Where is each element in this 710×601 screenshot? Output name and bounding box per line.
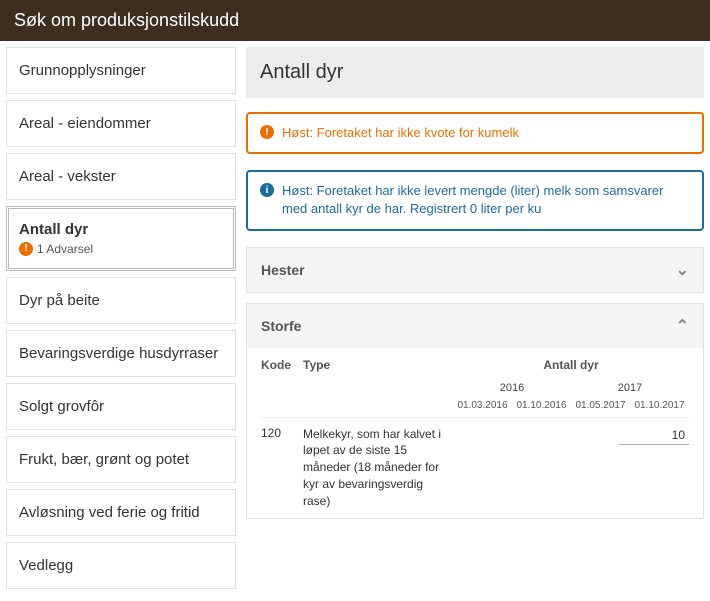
warning-icon: ! — [260, 125, 274, 139]
sidebar-item-label: Areal - eiendommer — [19, 115, 223, 132]
sidebar-item-frukt-baer[interactable]: Frukt, bær, grønt og potet — [6, 436, 236, 483]
spacer — [261, 382, 453, 394]
sidebar-item-grunnopplysninger[interactable]: Grunnopplysninger — [6, 47, 236, 94]
col-header-antall: Antall dyr — [453, 358, 689, 372]
sidebar-item-label: Grunnopplysninger — [19, 62, 223, 79]
warning-icon: ! — [19, 242, 33, 256]
info-icon: i — [260, 183, 274, 197]
accordion-storfe: Storfe ⌃ Kode Type Antall dyr 2016 2017 — [246, 303, 704, 519]
date-cell: 01.03.2016 — [453, 400, 512, 411]
accordion-header-storfe[interactable]: Storfe ⌃ — [247, 304, 703, 348]
accordion-title: Hester — [261, 262, 305, 278]
layout: Grunnopplysninger Areal - eiendommer Are… — [0, 41, 710, 601]
year-cell: 2017 — [571, 382, 689, 394]
main-content: Antall dyr ! Høst: Foretaket har ikke kv… — [240, 41, 710, 601]
alert-text: Høst: Foretaket har ikke kvote for kumel… — [282, 124, 519, 142]
app-header: Søk om produksjonstilskudd — [0, 0, 710, 41]
accordion-title: Storfe — [261, 318, 301, 334]
table-date-row: 01.03.2016 01.10.2016 01.05.2017 01.10.2… — [261, 398, 689, 418]
sidebar-item-areal-vekster[interactable]: Areal - vekster — [6, 153, 236, 200]
spacer — [261, 400, 453, 411]
sidebar-item-label: Avløsning ved ferie og fritid — [19, 504, 223, 521]
sidebar-item-label: Areal - vekster — [19, 168, 223, 185]
date-cell: 01.10.2016 — [512, 400, 571, 411]
page-title-box: Antall dyr — [246, 47, 704, 98]
main-body: ! Høst: Foretaket har ikke kvote for kum… — [246, 98, 704, 519]
sidebar-item-vedlegg[interactable]: Vedlegg — [6, 542, 236, 589]
sidebar-item-label: Frukt, bær, grønt og potet — [19, 451, 223, 468]
cell-kode: 120 — [261, 426, 303, 440]
page-title: Antall dyr — [260, 61, 690, 84]
table-year-row: 2016 2017 — [261, 378, 689, 398]
value-input[interactable]: 10 — [619, 426, 689, 445]
sidebar-item-antall-dyr[interactable]: Antall dyr ! 1 Advarsel — [6, 206, 236, 271]
table-row: 120 Melkekyr, som har kalvet i løpet av … — [261, 418, 689, 518]
sidebar-item-avlosning[interactable]: Avløsning ved ferie og fritid — [6, 489, 236, 536]
sidebar-item-label: Dyr på beite — [19, 292, 223, 309]
date-cell: 01.10.2017 — [630, 400, 689, 411]
col-header-type: Type — [303, 358, 453, 372]
sidebar-item-bevaringsverdige[interactable]: Bevaringsverdige husdyrraser — [6, 330, 236, 377]
warning-count-text: 1 Advarsel — [37, 242, 93, 256]
table-header-row: Kode Type Antall dyr — [261, 358, 689, 378]
col-header-kode: Kode — [261, 358, 303, 372]
alert-info: i Høst: Foretaket har ikke levert mengde… — [246, 170, 704, 230]
sidebar-item-label: Solgt grovfôr — [19, 398, 223, 415]
sidebar-item-label: Antall dyr — [19, 221, 223, 238]
sidebar-item-label: Bevaringsverdige husdyrraser — [19, 345, 223, 362]
cell-type: Melkekyr, som har kalvet i løpet av de s… — [303, 426, 453, 510]
sidebar: Grunnopplysninger Areal - eiendommer Are… — [0, 41, 240, 601]
sidebar-item-solgt-grovfor[interactable]: Solgt grovfôr — [6, 383, 236, 430]
alert-text: Høst: Foretaket har ikke levert mengde (… — [282, 182, 690, 218]
app-title: Søk om produksjonstilskudd — [14, 10, 239, 30]
date-cell: 01.05.2017 — [571, 400, 630, 411]
accordion-hester: Hester ⌄ — [246, 247, 704, 293]
chevron-up-icon: ⌃ — [676, 316, 689, 336]
sidebar-item-areal-eiendommer[interactable]: Areal - eiendommer — [6, 100, 236, 147]
year-cell: 2016 — [453, 382, 571, 394]
accordion-header-hester[interactable]: Hester ⌄ — [247, 248, 703, 292]
sidebar-item-warning: ! 1 Advarsel — [19, 242, 223, 256]
chevron-down-icon: ⌄ — [676, 260, 689, 280]
accordion-body-storfe: Kode Type Antall dyr 2016 2017 01.03.201… — [247, 348, 703, 518]
sidebar-item-dyr-pa-beite[interactable]: Dyr på beite — [6, 277, 236, 324]
sidebar-item-label: Vedlegg — [19, 557, 223, 574]
alert-warning: ! Høst: Foretaket har ikke kvote for kum… — [246, 112, 704, 154]
